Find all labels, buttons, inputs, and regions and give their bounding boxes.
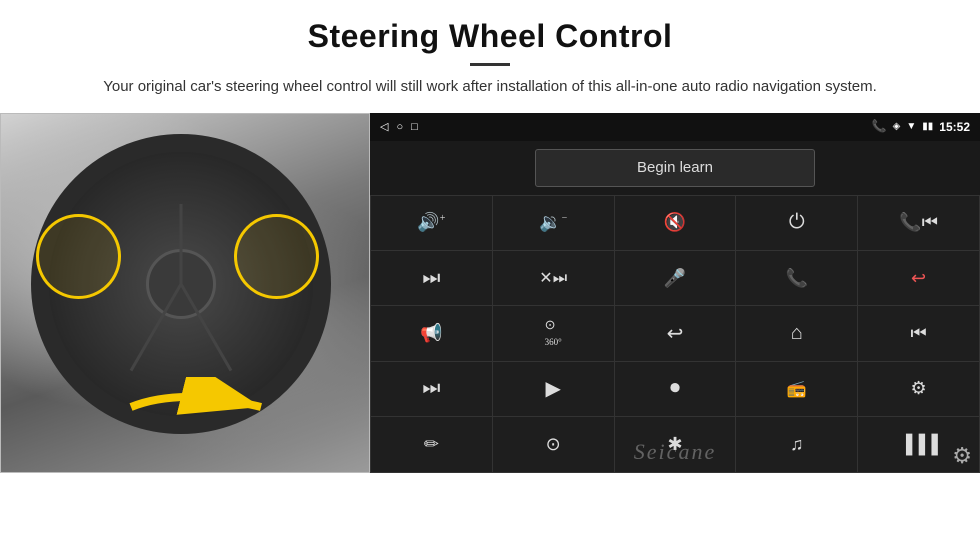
- skip-back-button[interactable]: ⏮: [858, 306, 979, 360]
- radio-button[interactable]: 📻: [736, 362, 857, 416]
- location-icon: ◈: [893, 121, 901, 132]
- skip-back-icon: ⏮: [910, 323, 926, 344]
- skip-forward-button[interactable]: ⏭: [371, 362, 492, 416]
- back-nav-button[interactable]: ↩: [615, 306, 736, 360]
- speaker-icon: 📢: [420, 323, 442, 344]
- page-title: Steering Wheel Control: [60, 18, 920, 55]
- car-image-inner: [1, 114, 369, 472]
- nav-button[interactable]: ▶: [493, 362, 614, 416]
- gear-corner-button[interactable]: ⚙: [952, 443, 972, 469]
- prev-track-icon: 📞⏮: [899, 212, 938, 233]
- eq-icon: ⚙: [911, 378, 927, 399]
- status-bar: ◁ ○ □ 📞 ◈ ▼ ▮▮ 15:52: [370, 113, 980, 141]
- status-bar-right: 📞 ◈ ▼ ▮▮ 15:52: [872, 119, 970, 134]
- next-icon: ⏭: [422, 267, 440, 290]
- prev-track-button[interactable]: 📞⏮: [858, 196, 979, 250]
- arrow-container: [121, 377, 271, 442]
- music-icon: ♫: [790, 434, 804, 455]
- page-wrapper: Steering Wheel Control Your original car…: [0, 0, 980, 548]
- end-call-button[interactable]: ↩: [858, 251, 979, 305]
- title-divider: [470, 63, 510, 66]
- bluetooth-icon: ✱: [667, 434, 682, 455]
- bluetooth-button[interactable]: ✱: [615, 417, 736, 471]
- begin-learn-button[interactable]: Begin learn: [535, 149, 815, 187]
- pen-icon: ✏: [424, 434, 439, 455]
- clock: 15:52: [939, 120, 970, 134]
- car-image: [0, 113, 370, 473]
- next-button[interactable]: ⏭: [371, 251, 492, 305]
- begin-learn-row: Begin learn: [370, 141, 980, 195]
- header-section: Steering Wheel Control Your original car…: [0, 0, 980, 107]
- subtitle-text: Your original car's steering wheel contr…: [60, 76, 920, 99]
- eq-button[interactable]: ⚙: [858, 362, 979, 416]
- eject-button[interactable]: ⏺: [615, 362, 736, 416]
- volume-wave-icon: ▐▐▐: [899, 434, 937, 455]
- yellow-arrow-icon: [121, 377, 271, 437]
- mute-icon: 🔇: [664, 212, 686, 233]
- home-icon[interactable]: ○: [396, 121, 403, 133]
- home-nav-icon: ⌂: [791, 322, 803, 345]
- call-icon: 📞: [786, 268, 808, 289]
- status-bar-left: ◁ ○ □: [380, 120, 418, 133]
- eject-icon: ⏺: [670, 377, 680, 400]
- wifi-icon: ▼: [906, 121, 916, 132]
- play-pause-button[interactable]: ✕⏭: [493, 251, 614, 305]
- circle-highlight-right: [234, 214, 319, 299]
- power-button[interactable]: ⏻: [736, 196, 857, 250]
- power-icon: ⏻: [789, 211, 805, 234]
- signal-bars: ▮▮: [922, 121, 933, 132]
- recents-icon[interactable]: □: [411, 121, 418, 133]
- vol-down-icon: 🔉−: [539, 212, 567, 233]
- phone-status-icon: 📞: [872, 119, 887, 134]
- settings-button[interactable]: ⊙: [493, 417, 614, 471]
- pen-button[interactable]: ✏: [371, 417, 492, 471]
- radio-icon: 📻: [787, 379, 807, 399]
- content-section: ◁ ○ □ 📞 ◈ ▼ ▮▮ 15:52 Begin learn: [0, 113, 980, 548]
- music-button[interactable]: ♫: [736, 417, 857, 471]
- play-pause-icon: ✕⏭: [539, 268, 567, 288]
- speaker-button[interactable]: 📢: [371, 306, 492, 360]
- end-call-icon: ↩: [911, 268, 926, 289]
- vol-up-button[interactable]: 🔊+: [371, 196, 492, 250]
- 360-button[interactable]: ⊙360°: [493, 306, 614, 360]
- nav-icon: ▶: [546, 376, 561, 401]
- skip-forward-icon: ⏭: [422, 377, 440, 400]
- call-button[interactable]: 📞: [736, 251, 857, 305]
- controls-grid: 🔊+ 🔉− 🔇 ⏻ 📞⏮ ⏭ ✕⏭: [370, 195, 980, 473]
- mic-icon: 🎤: [664, 268, 686, 289]
- mute-button[interactable]: 🔇: [615, 196, 736, 250]
- home-nav-button[interactable]: ⌂: [736, 306, 857, 360]
- mic-button[interactable]: 🎤: [615, 251, 736, 305]
- vol-up-icon: 🔊+: [417, 212, 445, 233]
- back-icon[interactable]: ◁: [380, 120, 388, 133]
- settings-icon: ⊙: [546, 434, 561, 455]
- back-nav-icon: ↩: [667, 321, 684, 346]
- circle-highlight-left: [36, 214, 121, 299]
- 360-icon: ⊙360°: [545, 317, 562, 349]
- android-panel: ◁ ○ □ 📞 ◈ ▼ ▮▮ 15:52 Begin learn: [370, 113, 980, 473]
- vol-down-button[interactable]: 🔉−: [493, 196, 614, 250]
